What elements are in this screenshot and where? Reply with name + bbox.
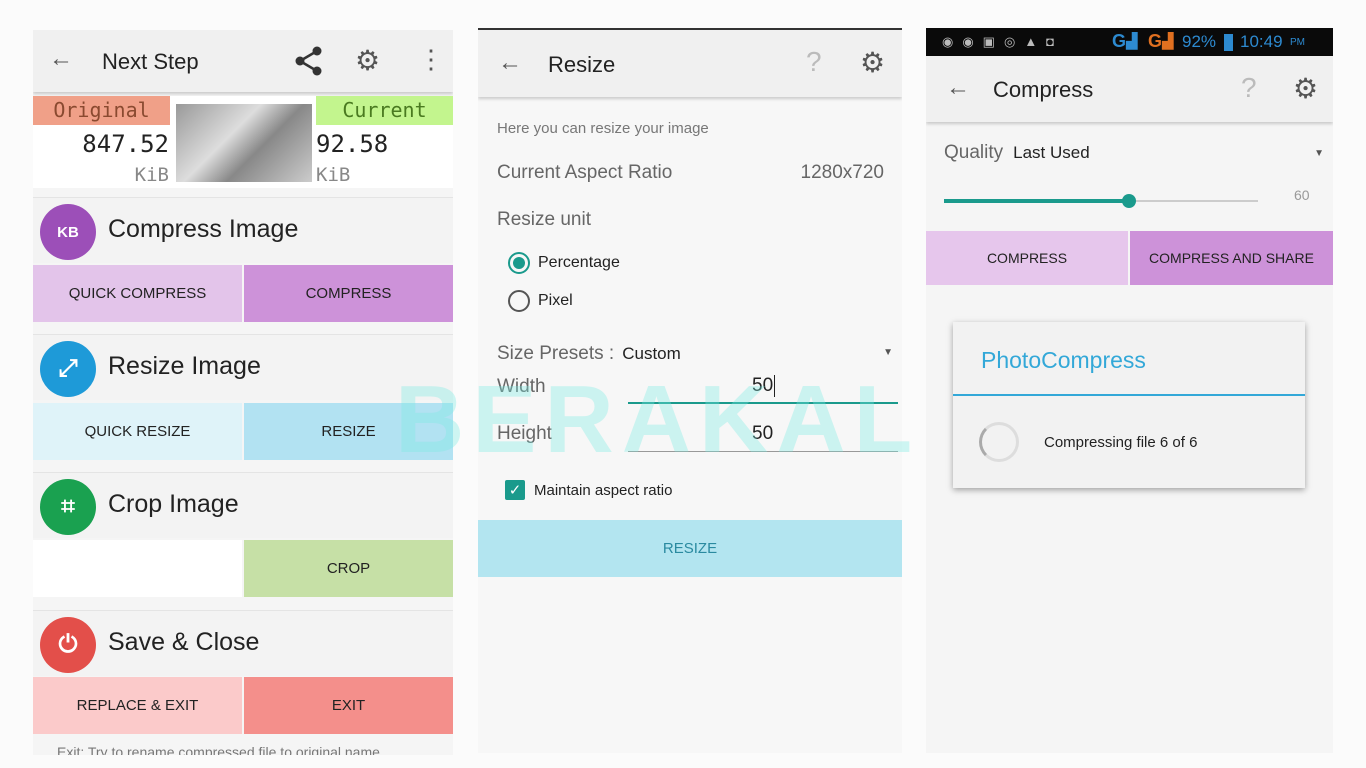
quality-slider[interactable]: [944, 194, 1258, 208]
height-label: Height: [497, 423, 552, 444]
crop-icon: ⌗: [40, 479, 96, 535]
exit-button[interactable]: Exit: [244, 677, 453, 734]
slider-thumb[interactable]: [1122, 194, 1137, 208]
back-arrow-icon[interactable]: ←: [498, 49, 522, 77]
crop-title: Crop Image: [108, 490, 239, 518]
battery-percent: 92%: [1182, 32, 1217, 51]
next-step-screen: ← Next Step ⚙ ⋮ Original 847.52 KiB Curr…: [33, 30, 453, 755]
compress-button[interactable]: Compress: [244, 265, 453, 322]
compress-kb-icon: KB: [40, 204, 96, 260]
percentage-label: Percentage: [538, 254, 620, 271]
dialog-message: Compressing file 6 of 6: [1044, 434, 1198, 451]
back-arrow-icon[interactable]: ←: [946, 74, 970, 102]
quality-value: Last Used: [1013, 143, 1090, 162]
resize-screen: ← Resize ? ⚙ Here you can resize your im…: [478, 28, 902, 753]
gear-icon[interactable]: ⚙: [355, 44, 380, 77]
status-bar: ◉◉▣◎▲◘ G ▟ G ▟ 92% 10:49 PM: [926, 28, 1333, 56]
battery-icon: [1224, 34, 1233, 51]
size-presets-dropdown[interactable]: Size Presets : Custom ▼: [497, 343, 899, 365]
back-arrow-icon[interactable]: ←: [49, 45, 73, 73]
original-value: 847.52: [82, 130, 169, 158]
compress-title: Compress Image: [108, 215, 299, 243]
width-value: 50: [752, 375, 776, 397]
save-title: Save & Close: [108, 628, 260, 656]
resize-submit-button[interactable]: Resize: [478, 520, 902, 577]
clock-ampm: PM: [1290, 37, 1305, 48]
height-value: 50: [752, 423, 774, 444]
quick-resize-button[interactable]: Quick Resize: [33, 403, 242, 460]
current-value: 92.58: [316, 130, 389, 158]
save-section-header: ⏻ Save & Close: [33, 610, 453, 676]
toolbar: ← Resize ? ⚙: [478, 30, 902, 97]
maintain-aspect-checkbox[interactable]: ✓ Maintain aspect ratio: [505, 480, 672, 500]
dialog-divider: [953, 394, 1305, 396]
crop-section-header: ⌗ Crop Image: [33, 472, 453, 538]
original-label: Original: [33, 96, 170, 125]
slider-value: 60: [1294, 187, 1310, 203]
checkbox-checked-icon: ✓: [505, 480, 525, 500]
resize-unit-label: Resize unit: [497, 209, 591, 230]
height-input[interactable]: 50: [628, 420, 898, 452]
maintain-label: Maintain aspect ratio: [534, 481, 673, 499]
more-vert-icon[interactable]: ⋮: [418, 44, 444, 75]
quick-compress-button[interactable]: Quick Compress: [33, 265, 242, 322]
pixel-label: Pixel: [538, 292, 573, 309]
resize-button[interactable]: Resize: [244, 403, 453, 460]
signal-icon-2: ▟: [1162, 33, 1174, 50]
image-thumbnail: [176, 104, 312, 182]
slider-fill: [944, 199, 1130, 203]
size-comparison: Original 847.52 KiB Current 92.58 KiB: [33, 96, 453, 188]
network-2: G: [1148, 31, 1163, 51]
resize-title: Resize Image: [108, 352, 261, 380]
radio-unselected-icon: [508, 290, 530, 312]
aspect-value: 1280x720: [800, 162, 884, 183]
dropdown-arrow-icon: ▼: [1314, 148, 1324, 159]
help-icon[interactable]: ?: [806, 46, 822, 78]
quality-label: Quality: [944, 142, 1004, 163]
clock: 10:49: [1240, 32, 1283, 51]
percentage-radio[interactable]: Percentage: [508, 252, 620, 274]
page-title: Next Step: [102, 49, 199, 74]
toolbar: ← Compress ? ⚙: [926, 56, 1333, 122]
signal-icon-1: ▟: [1126, 33, 1138, 50]
width-input[interactable]: 50: [628, 372, 898, 404]
toolbar: ← Next Step ⚙ ⋮: [33, 30, 453, 92]
width-label: Width: [497, 376, 546, 397]
pixel-radio[interactable]: Pixel: [508, 290, 573, 312]
gear-icon[interactable]: ⚙: [860, 46, 885, 79]
dialog-title: PhotoCompress: [981, 347, 1146, 373]
page-title: Compress: [993, 77, 1094, 102]
original-unit: KiB: [134, 164, 169, 186]
compress-button[interactable]: Compress: [926, 231, 1128, 285]
presets-value: Custom: [622, 344, 681, 363]
resize-section-header: ⤢ Resize Image: [33, 334, 453, 400]
share-icon[interactable]: [293, 45, 325, 77]
gear-icon[interactable]: ⚙: [1293, 72, 1318, 105]
power-icon: ⏻: [40, 617, 96, 673]
aspect-label: Current Aspect Ratio: [497, 162, 673, 183]
footer-note: Exit: Try to rename compressed file to o…: [57, 744, 380, 755]
current-label: Current: [316, 96, 453, 125]
help-icon[interactable]: ?: [1241, 72, 1257, 104]
replace-exit-button[interactable]: Replace & Exit: [33, 677, 242, 734]
presets-label: Size Presets :: [497, 343, 615, 364]
dropdown-arrow-icon: ▼: [883, 347, 893, 358]
spinner-icon: [979, 422, 1019, 462]
progress-dialog: PhotoCompress Compressing file 6 of 6: [953, 322, 1305, 488]
network-1: G: [1112, 31, 1127, 51]
compress-screen: ◉◉▣◎▲◘ G ▟ G ▟ 92% 10:49 PM ← Compress ?…: [926, 28, 1333, 753]
compress-section-header: KB Compress Image: [33, 197, 453, 263]
page-title: Resize: [548, 52, 616, 77]
radio-selected-icon: [508, 252, 530, 274]
intro-text: Here you can resize your image: [497, 120, 709, 137]
crop-button[interactable]: Crop: [244, 540, 453, 597]
compress-and-share-button[interactable]: Compress and Share: [1130, 231, 1333, 285]
current-unit: KiB: [316, 164, 351, 186]
quality-dropdown[interactable]: Quality Last Used ▼: [944, 142, 1324, 164]
notification-icons: ◉◉▣◎▲◘: [942, 34, 1064, 49]
crop-spacer: [33, 540, 242, 597]
resize-icon: ⤢: [40, 341, 96, 397]
